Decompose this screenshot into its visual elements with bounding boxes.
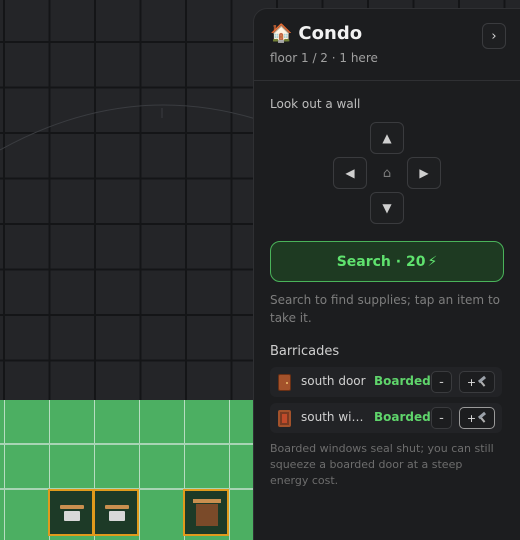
window-icon (278, 410, 291, 427)
grid-line (229, 400, 230, 540)
hammer-icon (477, 413, 487, 423)
cabinet-tile[interactable] (183, 489, 229, 536)
look-right-button[interactable]: ▶ (407, 157, 441, 189)
barricades-label: Barricades (270, 344, 340, 359)
house-icon: 🏠 (270, 23, 293, 44)
sink-tile[interactable] (93, 489, 139, 536)
remove-board-button[interactable]: - (431, 407, 452, 429)
look-label: Look out a wall (270, 97, 361, 111)
look-left-button[interactable]: ◀ (333, 157, 367, 189)
remove-board-button[interactable]: - (431, 371, 452, 393)
barricade-row: south window Boarded - + (270, 403, 502, 433)
counter-icon (105, 505, 129, 509)
barricades-help-text: Boarded windows seal shut; you can still… (270, 442, 494, 487)
side-panel: 🏠 Condo floor 1 / 2 · 1 here › Look out … (253, 8, 520, 540)
game-screen: 🏠 Condo floor 1 / 2 · 1 here › Look out … (0, 0, 520, 540)
arrow-right-icon: ▶ (419, 166, 429, 180)
panel-header: 🏠 Condo floor 1 / 2 · 1 here › (254, 9, 520, 81)
arrow-left-icon: ◀ (345, 166, 355, 180)
grid-line (139, 400, 140, 540)
barricade-status: Boarded (374, 410, 431, 424)
grass-area[interactable] (0, 400, 260, 540)
barricade-name: south door (301, 374, 366, 388)
sink-icon (109, 511, 125, 521)
plus-label: + (466, 375, 477, 389)
search-button[interactable]: Search · 20 ⚡ (270, 241, 504, 282)
grid-line (4, 400, 5, 540)
energy-icon: ⚡ (427, 253, 438, 270)
chevron-right-icon: › (491, 28, 497, 44)
building-name: Condo (298, 23, 363, 44)
search-label: Search · 20 (336, 253, 426, 270)
arrow-down-icon: ▼ (382, 201, 392, 215)
look-down-button[interactable]: ▼ (370, 192, 404, 224)
hammer-icon (477, 377, 487, 387)
floor-info: floor 1 / 2 · 1 here (270, 51, 378, 65)
home-icon: ⌂ (382, 165, 392, 181)
counter-icon (60, 505, 84, 509)
sink-tile[interactable] (48, 489, 94, 536)
add-board-button[interactable]: + (459, 371, 495, 393)
barricade-row: south door Boarded - + (270, 367, 502, 397)
door-icon (278, 374, 291, 391)
arrow-up-icon: ▲ (382, 131, 392, 145)
collapse-button[interactable]: › (482, 23, 506, 49)
cabinet-top-icon (193, 499, 221, 503)
grid-line (0, 443, 260, 445)
cabinet-icon (196, 504, 218, 526)
plus-label: + (466, 411, 477, 425)
look-up-button[interactable]: ▲ (370, 122, 404, 154)
barricade-name: south window (301, 410, 369, 424)
sink-icon (64, 511, 80, 521)
add-board-button[interactable]: + (459, 407, 495, 429)
page-title: 🏠 Condo (270, 23, 362, 44)
search-help-text: Search to find supplies; tap an item to … (270, 293, 500, 325)
barricade-status: Boarded (374, 374, 431, 388)
